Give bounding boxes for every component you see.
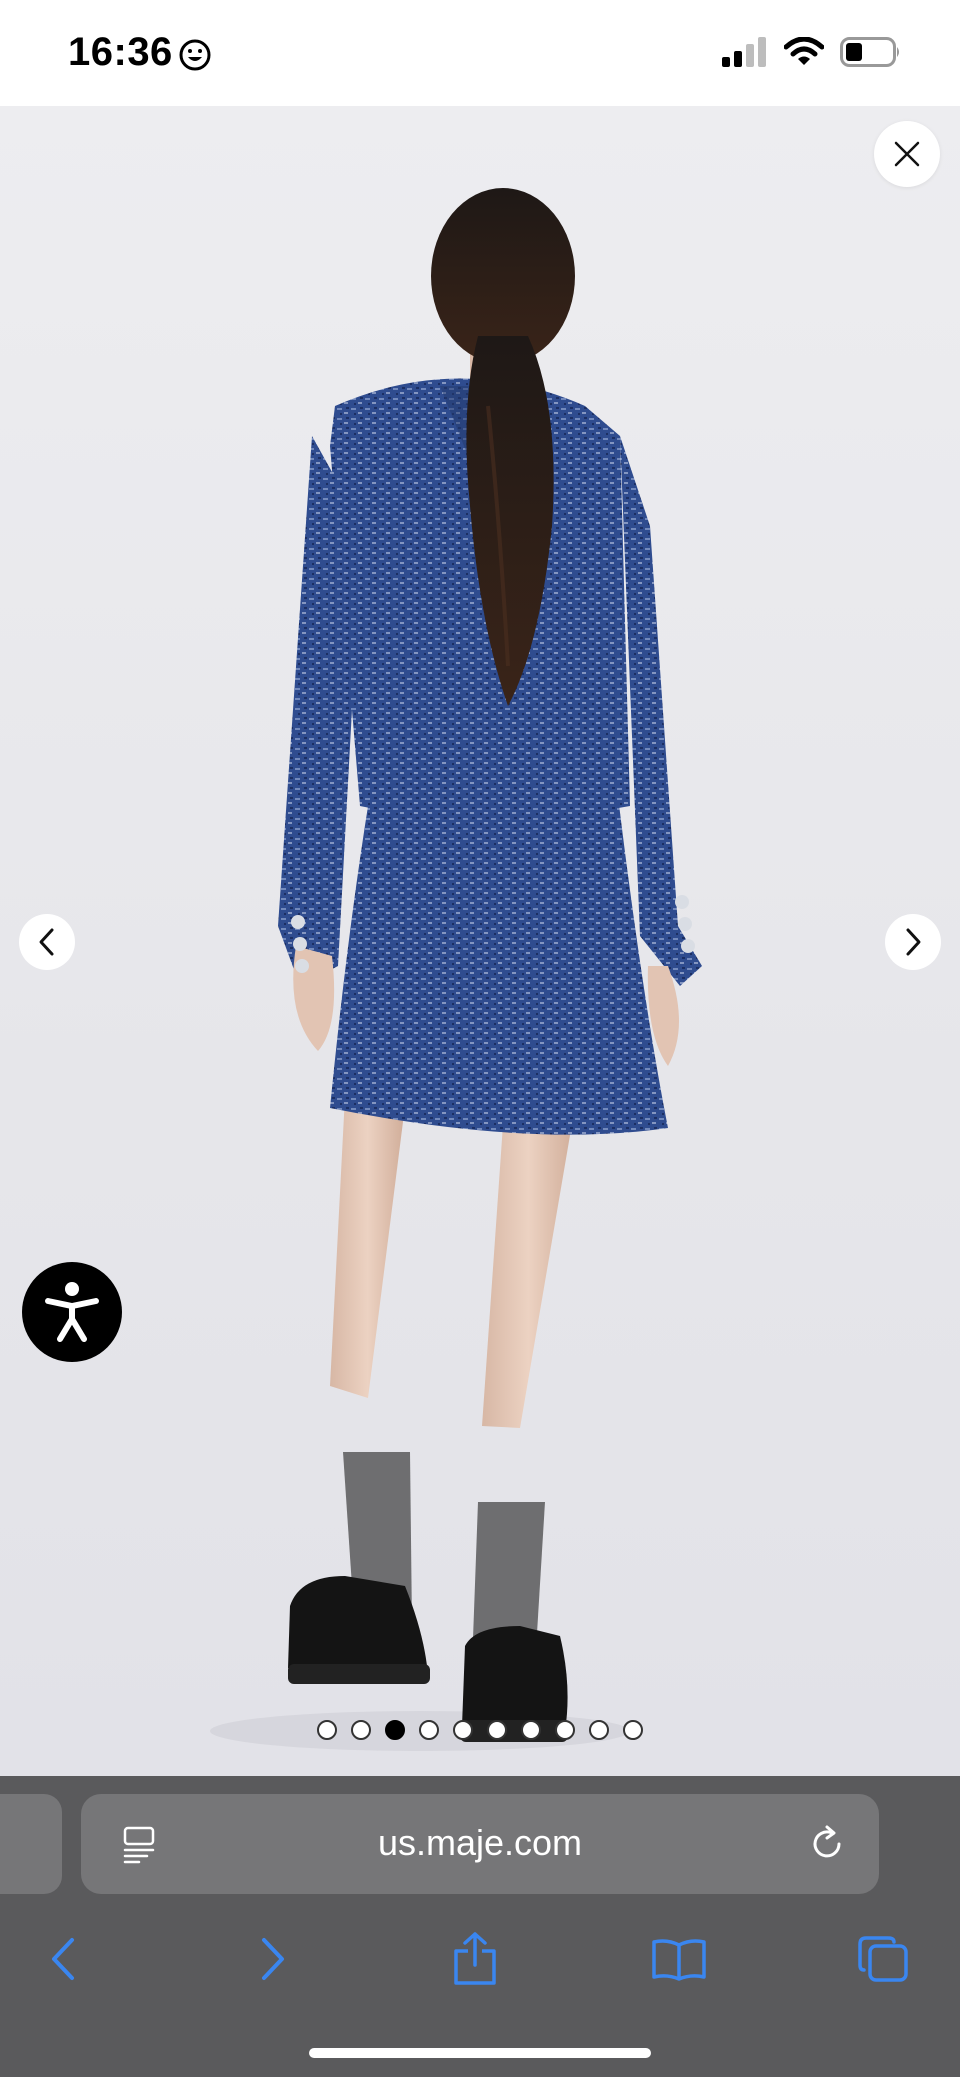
previous-tab-preview[interactable]: [0, 1794, 62, 1894]
next-image-button[interactable]: [885, 914, 941, 970]
back-button[interactable]: [28, 1924, 98, 1994]
back-icon: [52, 1938, 74, 1980]
chevron-right-icon: [906, 928, 921, 956]
pagination-dot[interactable]: [351, 1720, 371, 1740]
address-bar[interactable]: us.maje.com: [81, 1794, 879, 1894]
forward-icon: [262, 1938, 284, 1980]
forward-button[interactable]: [238, 1924, 308, 1994]
accessibility-button[interactable]: [22, 1262, 122, 1362]
tabs-button[interactable]: [848, 1924, 918, 1994]
accessibility-icon: [45, 1282, 99, 1342]
previous-image-button[interactable]: [19, 914, 75, 970]
pagination-dot[interactable]: [589, 1720, 609, 1740]
product-photo: [210, 188, 702, 1751]
browser-toolbar: [0, 1912, 960, 2002]
url-text: us.maje.com: [377, 1822, 583, 1863]
status-bar: 16:36: [0, 0, 960, 106]
smiley-face-icon: [178, 38, 212, 72]
pagination-dot[interactable]: [521, 1720, 541, 1740]
tabs-icon: [858, 1936, 908, 1982]
status-time: 16:36: [68, 30, 173, 74]
reload-icon[interactable]: [805, 1822, 849, 1866]
battery-icon: [840, 36, 902, 72]
bookmarks-icon: [652, 1939, 706, 1981]
gallery-pagination[interactable]: [0, 1720, 960, 1740]
share-icon: [454, 1932, 496, 1985]
pagination-dot[interactable]: [317, 1720, 337, 1740]
pagination-dot[interactable]: [419, 1720, 439, 1740]
pagination-dot[interactable]: [555, 1720, 575, 1740]
status-indicators: [722, 36, 902, 72]
pagination-dot[interactable]: [623, 1720, 643, 1740]
wifi-icon: [783, 36, 825, 72]
close-icon: [894, 141, 920, 167]
pagination-dot[interactable]: [453, 1720, 473, 1740]
close-button[interactable]: [874, 121, 940, 187]
home-indicator[interactable]: [309, 2048, 651, 2058]
share-button[interactable]: [440, 1924, 510, 1994]
browser-bottom-bar: us.maje.com: [0, 1776, 960, 2077]
product-image-gallery[interactable]: [0, 106, 960, 1776]
cellular-signal-icon: [722, 36, 768, 72]
bookmarks-button[interactable]: [644, 1924, 714, 1994]
pagination-dot[interactable]: [385, 1720, 405, 1740]
chevron-left-icon: [39, 928, 54, 956]
pagination-dot[interactable]: [487, 1720, 507, 1740]
